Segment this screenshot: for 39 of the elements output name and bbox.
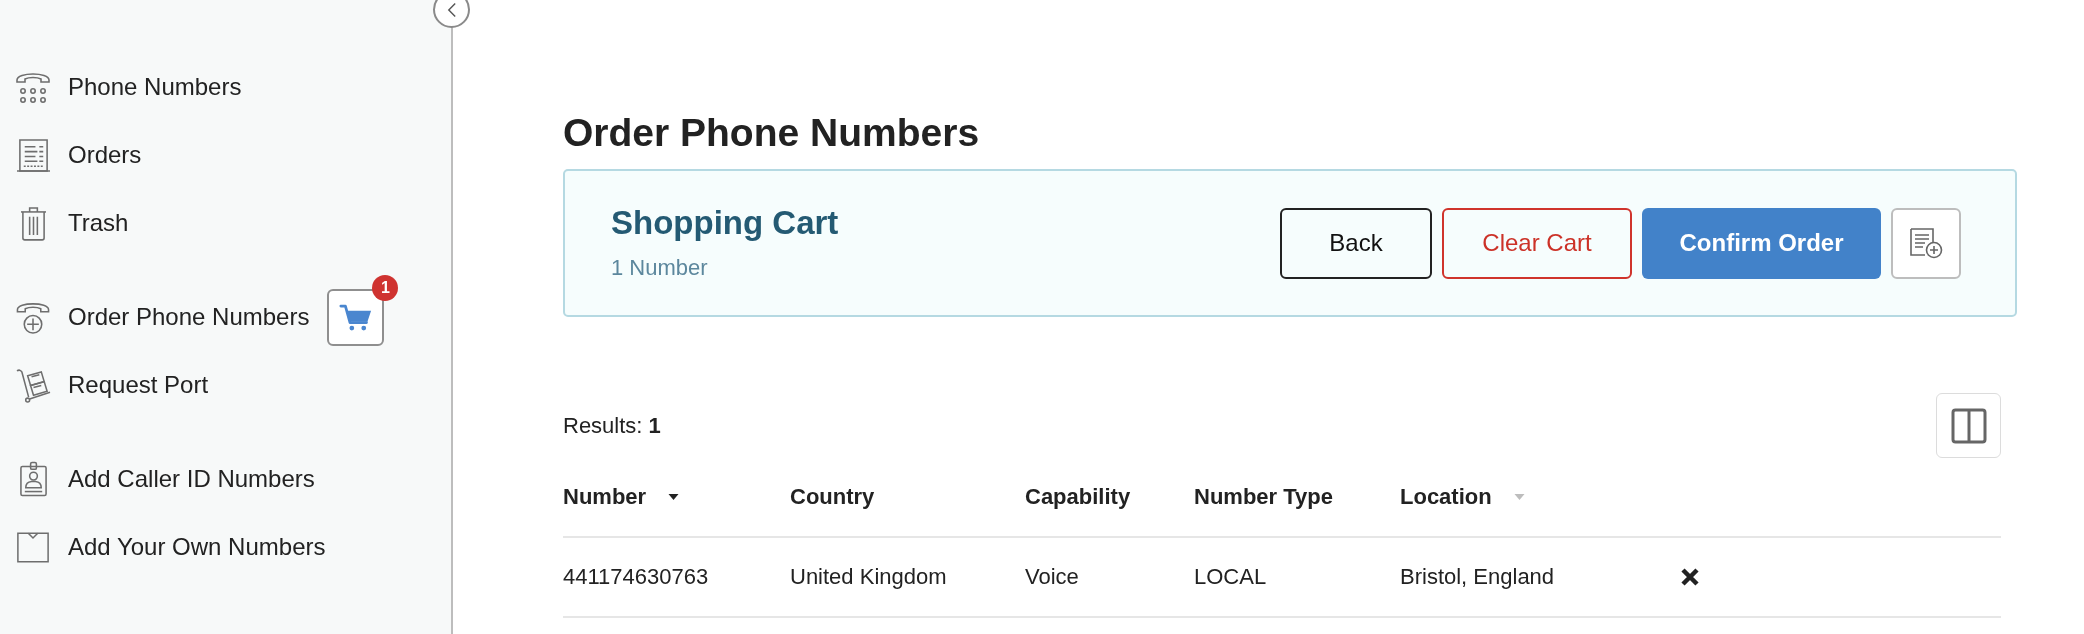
column-header: Number Type: [1194, 483, 1333, 511]
id-badge-icon: [18, 461, 48, 497]
document-add-icon: [1909, 227, 1943, 259]
sidebar-item[interactable]: Orders: [15, 137, 142, 173]
table-cell: 441174630763: [563, 563, 709, 591]
table-cell: LOCAL: [1194, 563, 1267, 591]
cart-title: Shopping Cart: [611, 204, 839, 242]
cart-item-count: 1 Number: [611, 254, 708, 282]
sidebar-item[interactable]: Request Port: [15, 367, 209, 403]
column-layout-button[interactable]: [1936, 393, 2001, 458]
cart-count-badge: 1: [372, 274, 399, 301]
sidebar-item[interactable]: Add Your Own Numbers: [15, 530, 326, 564]
chevron-left-icon: [446, 1, 457, 18]
add-document-button[interactable]: [1891, 207, 1961, 279]
collapse-button[interactable]: [433, 0, 470, 28]
trash-icon: [19, 205, 47, 241]
box-icon: [16, 530, 50, 564]
cross-icon[interactable]: [1680, 567, 1700, 587]
receipt-icon: [15, 137, 51, 173]
cart-icon: [339, 302, 373, 332]
table-cell: Voice: [1025, 563, 1079, 591]
back-button[interactable]: Back: [1280, 207, 1432, 279]
phone-keypad-icon: [15, 70, 51, 104]
column-header: Country: [790, 483, 875, 511]
sidebar-item[interactable]: Order Phone Numbers: [15, 299, 310, 335]
clear-cart-button[interactable]: Clear Cart: [1442, 207, 1632, 279]
sidebar-item[interactable]: Add Caller ID Numbers: [15, 461, 315, 497]
results-count: Results: 1: [563, 411, 661, 440]
table-cell: Bristol, England: [1400, 563, 1555, 591]
page-title: Order Phone Numbers: [563, 110, 980, 156]
table-cell: United Kingdom: [790, 563, 947, 591]
sidebar-item[interactable]: Phone Numbers: [15, 70, 242, 104]
column-header: Capability: [1025, 483, 1131, 511]
column-header[interactable]: Number: [563, 483, 680, 511]
hand-truck-icon: [15, 367, 51, 403]
column-header[interactable]: Location: [1400, 483, 1525, 511]
two-column-icon: [1950, 407, 1987, 444]
confirm-order-button[interactable]: Confirm Order: [1642, 207, 1881, 279]
sidebar-item[interactable]: Trash: [15, 205, 129, 241]
